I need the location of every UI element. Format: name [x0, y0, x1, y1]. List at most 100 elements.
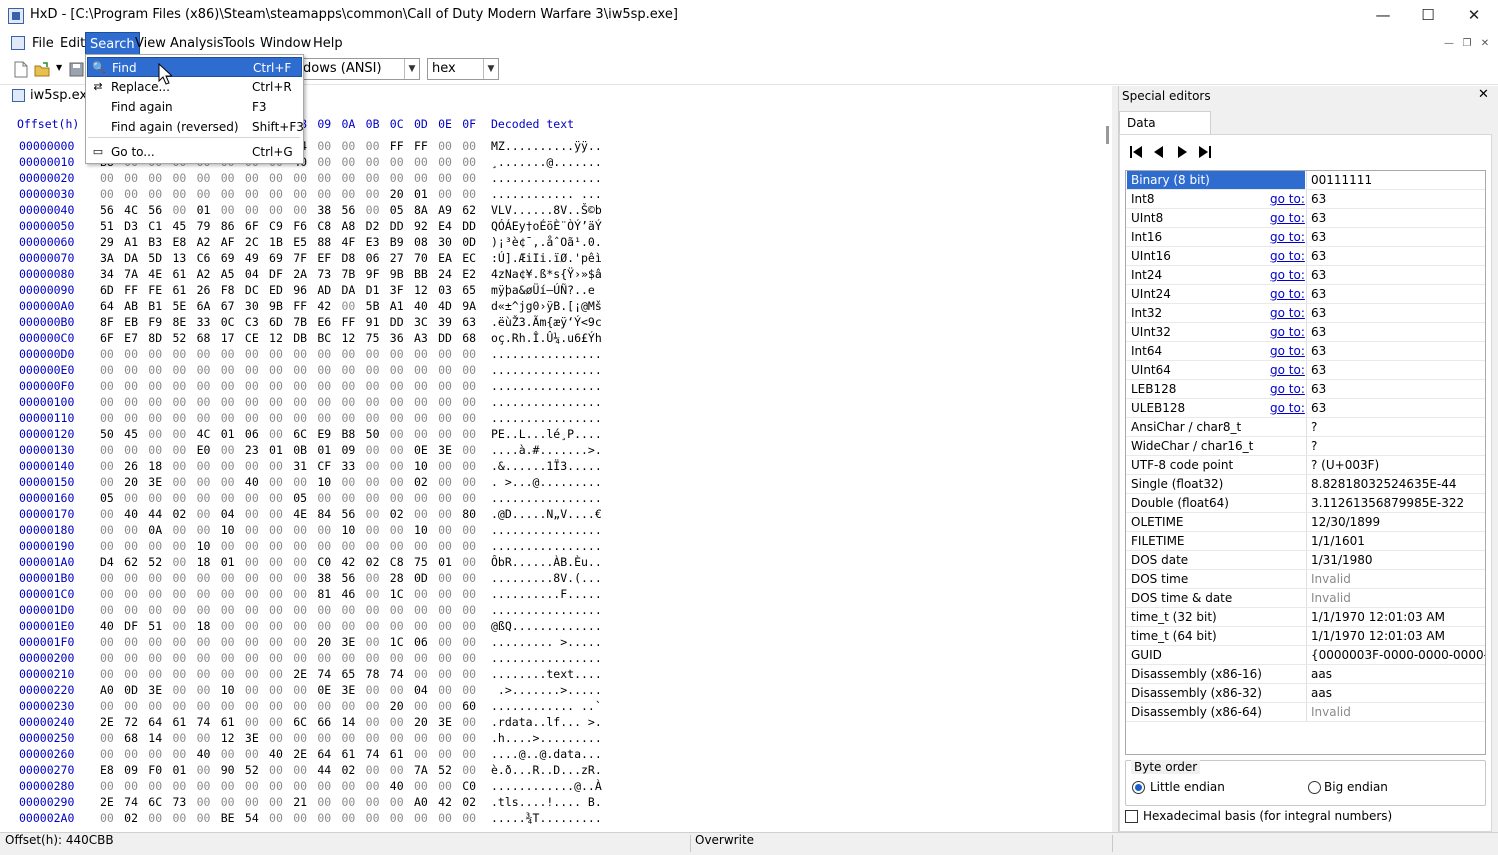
- hex-byte[interactable]: 13: [172, 250, 186, 266]
- hex-byte[interactable]: 00: [245, 554, 259, 570]
- hex-byte[interactable]: 00: [221, 346, 235, 362]
- hex-byte[interactable]: 3E: [342, 682, 356, 698]
- hex-byte[interactable]: 00: [462, 634, 476, 650]
- inspector-value[interactable]: aas: [1306, 684, 1485, 702]
- inspector-value[interactable]: 63: [1306, 399, 1485, 417]
- hex-byte[interactable]: 00: [124, 666, 138, 682]
- hex-byte[interactable]: 00: [245, 746, 259, 762]
- hex-byte[interactable]: 01: [221, 426, 235, 442]
- hex-byte[interactable]: 00: [269, 346, 283, 362]
- decoded-text[interactable]: .rdata..lf... >.: [491, 714, 602, 730]
- hex-byte[interactable]: 00: [172, 202, 186, 218]
- hex-byte[interactable]: 00: [462, 138, 476, 154]
- hex-byte[interactable]: 00: [414, 698, 428, 714]
- hex-byte[interactable]: 00: [462, 394, 476, 410]
- hex-byte[interactable]: 00: [462, 618, 476, 634]
- hex-byte[interactable]: 00: [414, 410, 428, 426]
- hex-byte[interactable]: 00: [100, 634, 114, 650]
- hex-byte[interactable]: 00: [124, 346, 138, 362]
- hex-byte[interactable]: 00: [414, 650, 428, 666]
- hex-byte[interactable]: 00: [462, 410, 476, 426]
- decoded-text[interactable]: ................: [491, 378, 602, 394]
- hex-byte[interactable]: 00: [269, 522, 283, 538]
- hex-byte[interactable]: 01: [317, 442, 331, 458]
- hex-byte[interactable]: 00: [462, 570, 476, 586]
- hex-byte[interactable]: 00: [124, 186, 138, 202]
- encoding-select[interactable]: dows (ANSI) ▼: [298, 58, 420, 80]
- hex-byte[interactable]: 00: [366, 394, 380, 410]
- hex-byte[interactable]: 00: [366, 714, 380, 730]
- hex-byte[interactable]: CE: [245, 330, 259, 346]
- hex-byte[interactable]: 4E: [148, 266, 162, 282]
- decoded-text[interactable]: ....@..@.data...: [491, 746, 602, 762]
- hex-byte[interactable]: 02: [366, 554, 380, 570]
- hex-byte[interactable]: 00: [462, 762, 476, 778]
- hex-byte[interactable]: 02: [414, 474, 428, 490]
- hex-byte[interactable]: 0E: [414, 442, 428, 458]
- inspector-row[interactable]: AnsiChar / char8_t?: [1126, 418, 1485, 437]
- hex-byte[interactable]: 00: [100, 394, 114, 410]
- hex-byte[interactable]: 78: [366, 666, 380, 682]
- hex-byte[interactable]: 00: [172, 458, 186, 474]
- hex-byte[interactable]: 00: [462, 714, 476, 730]
- hex-byte[interactable]: 64: [317, 746, 331, 762]
- hex-byte[interactable]: 0B: [293, 442, 307, 458]
- hex-byte[interactable]: 01: [414, 186, 428, 202]
- hex-byte[interactable]: 00: [221, 442, 235, 458]
- hex-byte[interactable]: C8: [390, 554, 404, 570]
- hex-byte[interactable]: D2: [366, 218, 380, 234]
- hex-byte[interactable]: 00: [100, 538, 114, 554]
- hex-byte[interactable]: 20: [317, 634, 331, 650]
- decoded-text[interactable]: ¸.......@.......: [491, 154, 602, 170]
- hex-byte[interactable]: 52: [438, 762, 452, 778]
- hex-byte[interactable]: 00: [124, 394, 138, 410]
- hex-byte[interactable]: 3F: [390, 282, 404, 298]
- hex-byte[interactable]: 18: [197, 618, 211, 634]
- hex-byte[interactable]: 00: [414, 602, 428, 618]
- hex-byte[interactable]: DB: [293, 330, 307, 346]
- hex-byte[interactable]: 6C: [148, 794, 162, 810]
- hex-byte[interactable]: 00: [245, 794, 259, 810]
- hex-byte[interactable]: 00: [100, 778, 114, 794]
- hex-byte[interactable]: 00: [100, 442, 114, 458]
- hex-byte[interactable]: 00: [366, 490, 380, 506]
- hex-byte[interactable]: 7A: [124, 266, 138, 282]
- hex-byte[interactable]: 52: [148, 554, 162, 570]
- hex-byte[interactable]: 00: [293, 682, 307, 698]
- decoded-text[interactable]: ................: [491, 602, 602, 618]
- inspector-value[interactable]: 12/30/1899: [1306, 513, 1485, 531]
- hex-byte[interactable]: 0C: [221, 314, 235, 330]
- hex-byte[interactable]: 00: [390, 394, 404, 410]
- hex-byte[interactable]: 00: [342, 298, 356, 314]
- hex-byte[interactable]: 00: [221, 698, 235, 714]
- decoded-text[interactable]: )¡³è¢¯,.åˆOã¹.0.: [491, 234, 602, 250]
- hex-byte[interactable]: BB: [414, 266, 428, 282]
- hex-byte[interactable]: 00: [390, 426, 404, 442]
- hex-byte[interactable]: 4C: [124, 202, 138, 218]
- hex-byte[interactable]: 00: [124, 378, 138, 394]
- hex-byte[interactable]: 00: [317, 170, 331, 186]
- hex-byte[interactable]: 1C: [390, 634, 404, 650]
- hex-byte[interactable]: 00: [366, 538, 380, 554]
- hex-byte[interactable]: 00: [172, 490, 186, 506]
- goto-link[interactable]: go to:: [1270, 323, 1305, 341]
- hex-byte[interactable]: E8: [100, 762, 114, 778]
- hex-byte[interactable]: 10: [221, 522, 235, 538]
- hex-byte[interactable]: DD: [438, 330, 452, 346]
- hex-byte[interactable]: 00: [221, 778, 235, 794]
- hex-byte[interactable]: 00: [245, 634, 259, 650]
- hex-byte[interactable]: 61: [342, 746, 356, 762]
- hex-byte[interactable]: 00: [221, 362, 235, 378]
- status-edit-mode[interactable]: Overwrite: [695, 833, 754, 847]
- hex-byte[interactable]: 01: [438, 554, 452, 570]
- hex-byte[interactable]: 00: [390, 602, 404, 618]
- hex-byte[interactable]: 00: [197, 682, 211, 698]
- hex-byte[interactable]: 00: [366, 810, 380, 826]
- hex-byte[interactable]: 00: [438, 138, 452, 154]
- menu-file[interactable]: File: [28, 32, 58, 55]
- hex-byte[interactable]: 00: [148, 602, 162, 618]
- hex-byte[interactable]: 00: [366, 346, 380, 362]
- hex-byte[interactable]: 00: [390, 682, 404, 698]
- hex-byte[interactable]: 2E: [100, 794, 114, 810]
- hex-byte[interactable]: 00: [414, 586, 428, 602]
